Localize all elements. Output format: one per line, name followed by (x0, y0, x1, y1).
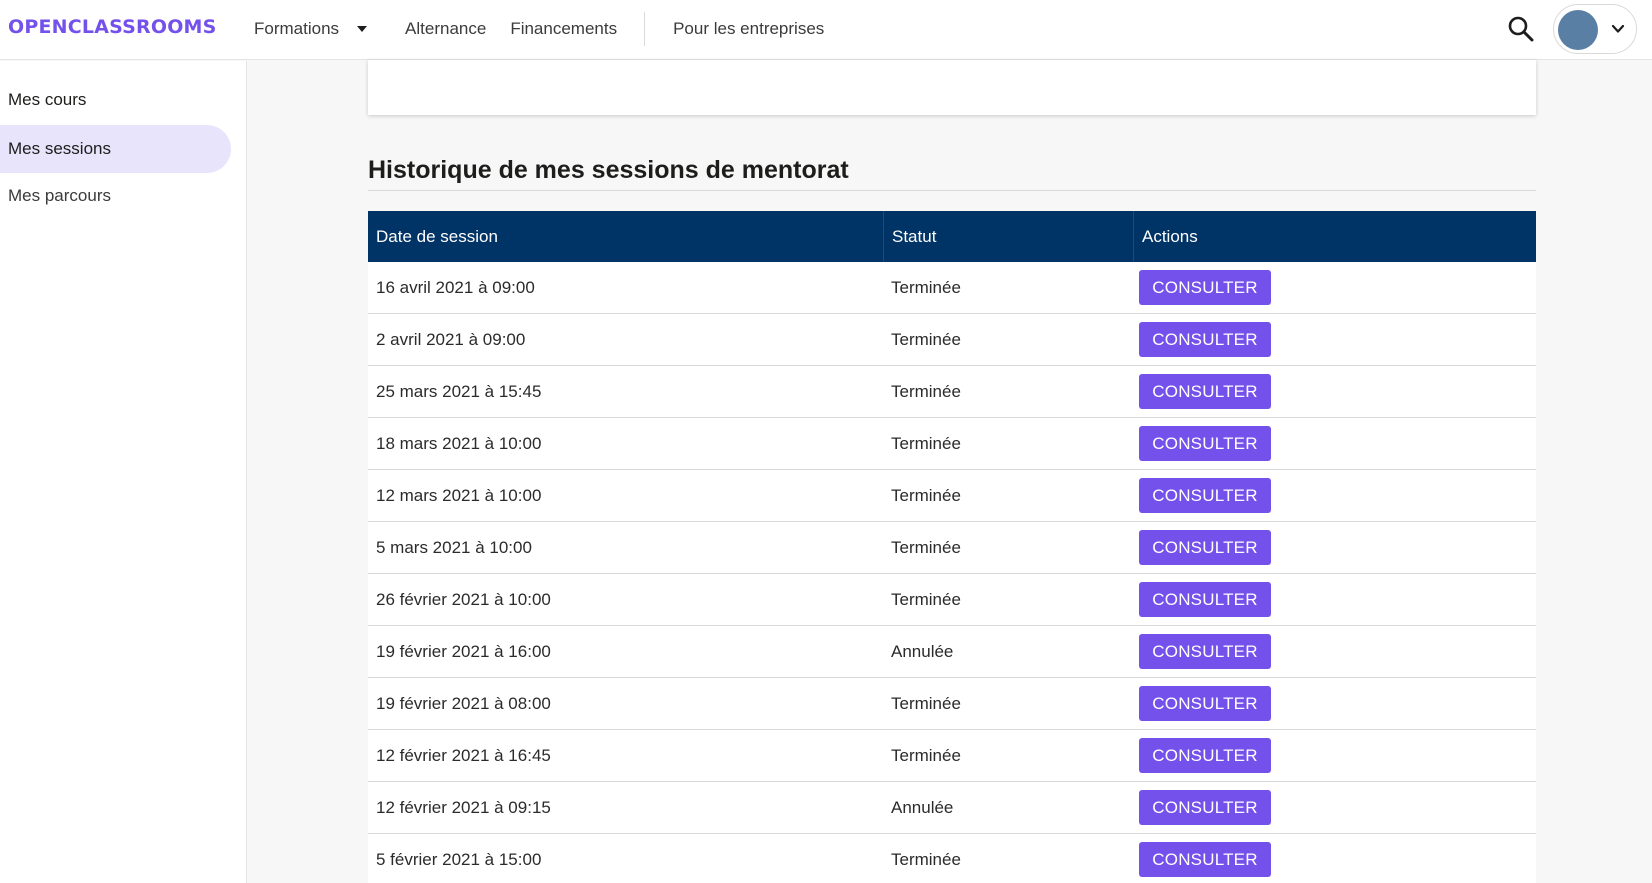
consulter-button[interactable]: CONSULTER (1139, 374, 1271, 409)
sidebar-item-mes-parcours[interactable]: Mes parcours (0, 172, 231, 220)
consulter-button[interactable]: CONSULTER (1139, 686, 1271, 721)
session-status: Terminée (891, 745, 961, 765)
chevron-down-icon (1611, 24, 1625, 33)
nav-divider (644, 11, 646, 46)
session-actions: CONSULTER (1133, 782, 1536, 833)
nav-entreprises[interactable]: Pour les entreprises (673, 19, 824, 39)
search-button[interactable] (1506, 14, 1536, 44)
table-row: 26 février 2021 à 10:00 Terminée CONSULTER (368, 574, 1536, 626)
session-status: Terminée (891, 485, 961, 505)
table-row: 25 mars 2021 à 15:45 Terminée CONSULTER (368, 366, 1536, 418)
session-date: 2 avril 2021 à 09:00 (376, 329, 526, 349)
session-actions: CONSULTER (1133, 314, 1536, 365)
consulter-button[interactable]: CONSULTER (1139, 322, 1271, 357)
session-actions: CONSULTER (1133, 262, 1536, 313)
session-status: Annulée (891, 797, 954, 817)
consulter-button[interactable]: CONSULTER (1139, 530, 1271, 565)
page-title: Historique de mes sessions de mentorat (368, 156, 849, 184)
top-header: OPENCLASSROOMS Formations Alternance Fin… (0, 0, 1652, 60)
consulter-button[interactable]: CONSULTER (1139, 842, 1271, 877)
consulter-button[interactable]: CONSULTER (1139, 426, 1271, 461)
nav-financements[interactable]: Financements (510, 19, 617, 39)
avatar (1558, 10, 1598, 50)
session-status: Terminée (891, 537, 961, 557)
session-date: 19 février 2021 à 08:00 (376, 693, 551, 713)
sessions-table: Date de session Statut Actions 16 avril … (368, 211, 1536, 883)
table-row: 12 février 2021 à 16:45 Terminée CONSULTER (368, 730, 1536, 782)
nav-formations-label: Formations (254, 18, 340, 38)
session-actions: CONSULTER (1133, 574, 1536, 625)
session-date: 16 avril 2021 à 09:00 (376, 277, 535, 297)
session-date: 12 février 2021 à 09:15 (376, 797, 551, 817)
user-menu-button[interactable] (1553, 4, 1637, 54)
session-actions: CONSULTER (1133, 470, 1536, 521)
table-row: 12 février 2021 à 09:15 Annulée CONSULTER (368, 782, 1536, 834)
table-header: Date de session Statut Actions (368, 211, 1536, 262)
table-row: 5 février 2021 à 15:00 Terminée CONSULTER (368, 834, 1536, 883)
table-row: 19 février 2021 à 16:00 Annulée CONSULTER (368, 626, 1536, 678)
consulter-button[interactable]: CONSULTER (1139, 478, 1271, 513)
session-actions: CONSULTER (1133, 522, 1536, 573)
consulter-button[interactable]: CONSULTER (1139, 790, 1271, 825)
session-status: Terminée (891, 589, 961, 609)
session-status: Terminée (891, 381, 961, 401)
nav-alternance[interactable]: Alternance (405, 19, 486, 39)
session-status: Terminée (891, 433, 961, 453)
session-actions: CONSULTER (1133, 626, 1536, 677)
consulter-button[interactable]: CONSULTER (1139, 634, 1271, 669)
search-icon (1508, 16, 1534, 42)
session-actions: CONSULTER (1133, 366, 1536, 417)
session-date: 26 février 2021 à 10:00 (376, 589, 551, 609)
column-header-status: Statut (883, 211, 1133, 262)
session-date: 18 mars 2021 à 10:00 (376, 433, 542, 453)
session-actions: CONSULTER (1133, 418, 1536, 469)
table-row: 12 mars 2021 à 10:00 Terminée CONSULTER (368, 470, 1536, 522)
column-header-actions: Actions (1133, 211, 1536, 262)
table-row: 5 mars 2021 à 10:00 Terminée CONSULTER (368, 522, 1536, 574)
main-nav: Formations Alternance Financements Pour … (254, 0, 824, 57)
session-status: Terminée (891, 849, 961, 869)
title-divider (368, 190, 1536, 191)
previous-card (368, 60, 1536, 115)
consulter-button[interactable]: CONSULTER (1139, 582, 1271, 617)
table-body: 16 avril 2021 à 09:00 Terminée CONSULTER 2 … (368, 262, 1536, 883)
column-header-date: Date de session (376, 226, 498, 246)
sidebar-item-mes-cours[interactable]: Mes cours (0, 76, 231, 124)
consulter-button[interactable]: CONSULTER (1139, 738, 1271, 773)
session-date: 19 février 2021 à 16:00 (376, 641, 551, 661)
session-date: 5 février 2021 à 15:00 (376, 849, 542, 869)
session-date: 12 février 2021 à 16:45 (376, 745, 551, 765)
session-date: 5 mars 2021 à 10:00 (376, 537, 532, 557)
consulter-button[interactable]: CONSULTER (1139, 270, 1271, 305)
session-status: Terminée (891, 329, 961, 349)
sidebar-item-mes-sessions[interactable]: Mes sessions (0, 125, 231, 173)
session-actions: CONSULTER (1133, 678, 1536, 729)
table-row: 16 avril 2021 à 09:00 Terminée CONSULTER (368, 262, 1536, 314)
caret-down-icon (357, 25, 368, 32)
session-status: Terminée (891, 277, 961, 297)
nav-formations[interactable]: Formations (254, 18, 368, 39)
table-row: 2 avril 2021 à 09:00 Terminée CONSULTER (368, 314, 1536, 366)
session-status: Terminée (891, 693, 961, 713)
session-actions: CONSULTER (1133, 834, 1536, 883)
session-status: Annulée (891, 641, 954, 661)
session-date: 12 mars 2021 à 10:00 (376, 485, 542, 505)
table-row: 18 mars 2021 à 10:00 Terminée CONSULTER (368, 418, 1536, 470)
session-actions: CONSULTER (1133, 730, 1536, 781)
sidebar: Mes cours Mes sessions Mes parcours (0, 61, 247, 883)
session-date: 25 mars 2021 à 15:45 (376, 381, 542, 401)
table-row: 19 février 2021 à 08:00 Terminée CONSULTER (368, 678, 1536, 730)
openclassrooms-logo[interactable]: OPENCLASSROOMS (8, 16, 217, 38)
